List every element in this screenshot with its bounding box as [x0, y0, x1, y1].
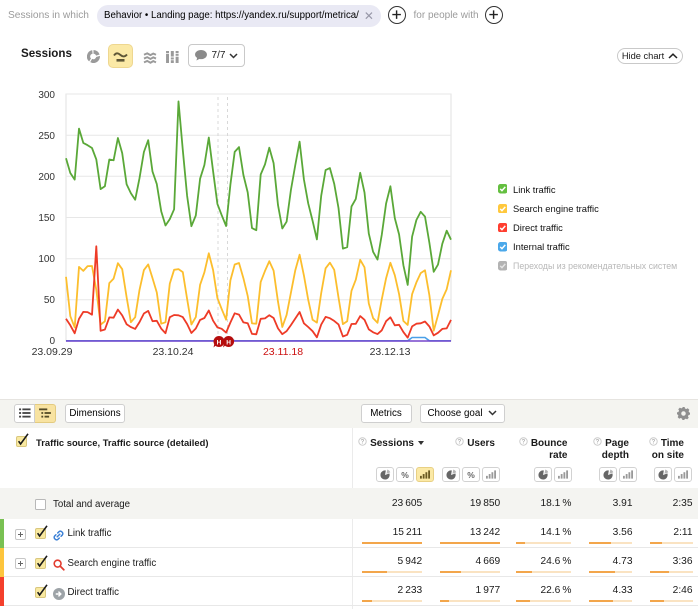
svg-text:23.09.29: 23.09.29 [32, 346, 73, 358]
svg-text:23.11.18: 23.11.18 [263, 346, 303, 358]
svg-text:?: ? [458, 439, 462, 445]
svg-text:?: ? [651, 439, 655, 445]
svg-text:?: ? [521, 439, 525, 445]
svg-text:150: 150 [38, 213, 55, 224]
svg-text:?: ? [361, 439, 365, 445]
svg-text:H: H [226, 339, 231, 346]
svg-text:50: 50 [44, 295, 56, 306]
svg-text:250: 250 [38, 131, 55, 142]
svg-text:200: 200 [38, 172, 55, 183]
svg-text:23.10.24: 23.10.24 [153, 346, 194, 358]
svg-text:300: 300 [38, 90, 55, 101]
svg-text:100: 100 [38, 254, 55, 265]
svg-text:23.12.13: 23.12.13 [370, 346, 411, 358]
svg-text:?: ? [596, 439, 600, 445]
svg-text:H: H [217, 339, 222, 346]
